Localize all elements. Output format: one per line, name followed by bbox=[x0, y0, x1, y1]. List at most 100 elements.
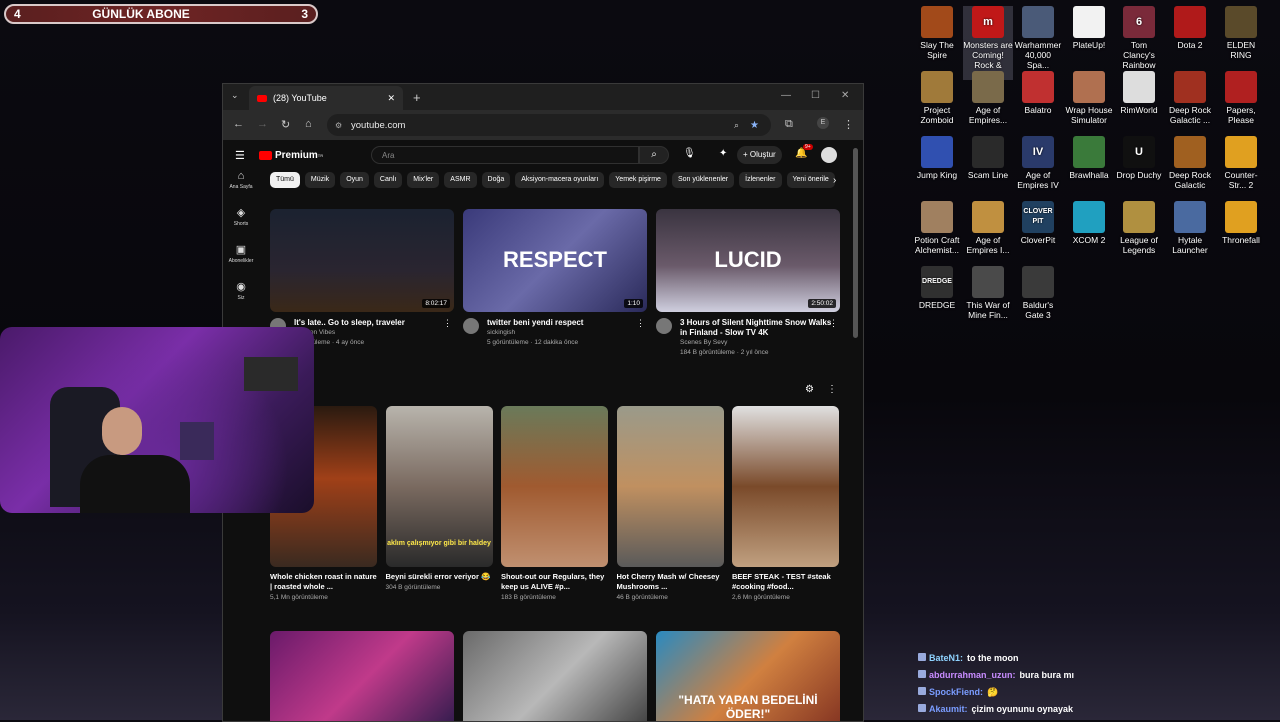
shorts-more-icon[interactable]: ⋮ bbox=[827, 384, 837, 395]
guide-item[interactable]: ▣ Abonelikler bbox=[223, 243, 259, 264]
desktop-icon[interactable]: RimWorld bbox=[1114, 71, 1164, 115]
address-bar[interactable]: ⚙ youtube.com ⌕ ★ bbox=[327, 114, 771, 136]
channel-name[interactable]: Scenes By Sevy bbox=[680, 338, 840, 348]
filter-chip[interactable]: Müzik bbox=[304, 172, 336, 188]
desktop-icon[interactable]: Slay The Spire bbox=[912, 6, 962, 60]
desktop-icon[interactable]: Warhammer 40,000 Spa... bbox=[1013, 6, 1063, 70]
create-button[interactable]: + Oluştur bbox=[737, 146, 782, 164]
voice-search-icon[interactable]: 🎙 bbox=[683, 148, 696, 159]
guide-item[interactable]: ◉ Siz bbox=[223, 280, 259, 301]
new-tab-button[interactable]: + bbox=[413, 90, 421, 105]
desktop-icon[interactable]: This War of Mine Fin... bbox=[963, 266, 1013, 320]
desktop-icon[interactable]: DREDGE DREDGE bbox=[912, 266, 962, 310]
desktop-icon[interactable]: 6Tom Clancy's Rainbow Si... bbox=[1114, 6, 1164, 80]
back-icon[interactable]: ← bbox=[233, 118, 244, 130]
filter-chip[interactable]: Mix'ler bbox=[407, 172, 440, 188]
zoom-icon[interactable]: ⌕ bbox=[734, 120, 739, 131]
hamburger-menu-icon[interactable]: ☰ bbox=[235, 149, 245, 162]
video-thumbnail[interactable]: LUCID 2:50:02 bbox=[656, 209, 840, 312]
youtube-logo[interactable]: Premium TR bbox=[259, 150, 323, 161]
desktop-icon[interactable]: mMonsters are Coming! Rock & Road bbox=[963, 6, 1013, 80]
channel-name[interactable]: sickingish bbox=[487, 328, 647, 338]
filter-chip[interactable]: Yeni önerile bbox=[786, 172, 835, 188]
close-window-button[interactable]: ✕ bbox=[841, 90, 849, 101]
desktop-icon[interactable]: Hytale Launcher bbox=[1165, 201, 1215, 255]
video-more-icon[interactable]: ⋮ bbox=[636, 318, 645, 329]
tab-close-icon[interactable]: ✕ bbox=[387, 93, 395, 104]
video-thumbnail[interactable]: RESPECT 1:10 bbox=[463, 209, 647, 312]
shorts-settings-icon[interactable]: ⚙ bbox=[805, 384, 814, 395]
channel-avatar[interactable] bbox=[656, 318, 672, 334]
short-thumbnail[interactable] bbox=[501, 406, 608, 567]
desktop-icon[interactable]: Thronefall bbox=[1216, 201, 1266, 245]
desktop-icon[interactable]: Papers, Please bbox=[1216, 71, 1266, 125]
video-thumbnail[interactable]: 8:02:17 bbox=[270, 209, 454, 312]
video-card[interactable] bbox=[463, 631, 647, 721]
channel-avatar[interactable] bbox=[463, 318, 479, 334]
video-title[interactable]: It's late.. Go to sleep, traveler bbox=[294, 318, 454, 328]
filter-chip[interactable]: İzlenenler bbox=[739, 172, 782, 188]
filter-chip[interactable]: Tümü bbox=[270, 172, 300, 188]
short-title[interactable]: BEEF STEAK - TEST #steak #cooking #food.… bbox=[732, 572, 839, 592]
desktop-icon[interactable]: Wrap House Simulator bbox=[1064, 71, 1114, 125]
search-button[interactable]: ⌕ bbox=[639, 146, 669, 164]
filter-chip[interactable]: Doğa bbox=[481, 172, 511, 188]
short-card[interactable]: Hot Cherry Mash w/ Cheesey Mushrooms ...… bbox=[616, 406, 724, 601]
guide-item[interactable]: ◈ Shorts bbox=[223, 206, 259, 227]
video-title[interactable]: twitter beni yendi respect bbox=[487, 318, 647, 328]
short-title[interactable]: Hot Cherry Mash w/ Cheesey Mushrooms ... bbox=[617, 572, 724, 592]
desktop-icon[interactable]: Deep Rock Galactic bbox=[1165, 136, 1215, 190]
desktop-icon[interactable]: Counter-Str... 2 bbox=[1216, 136, 1266, 190]
desktop-icon[interactable]: Balatro bbox=[1013, 71, 1063, 115]
desktop-icon[interactable]: Project Zomboid bbox=[912, 71, 962, 125]
desktop-icon[interactable]: Brawlhalla bbox=[1064, 136, 1114, 180]
desktop-icon[interactable]: League of Legends bbox=[1114, 201, 1164, 255]
home-icon[interactable]: ⌂ bbox=[305, 118, 312, 130]
short-title[interactable]: Whole chicken roast in nature | roasted … bbox=[270, 572, 377, 592]
desktop-icon[interactable]: Dota 2 bbox=[1165, 6, 1215, 50]
desktop-icon[interactable]: Deep Rock Galactic ... bbox=[1165, 71, 1215, 125]
video-thumbnail[interactable] bbox=[270, 631, 454, 721]
video-thumbnail[interactable]: "HATA YAPAN BEDELİNİ ÖDER!" bbox=[656, 631, 840, 721]
video-more-icon[interactable]: ⋮ bbox=[829, 318, 838, 329]
tab-search-chevron-icon[interactable]: ⌄ bbox=[231, 90, 239, 101]
channel-name[interactable]: Cartoon Vibes bbox=[294, 328, 454, 338]
video-title[interactable]: 3 Hours of Silent Nighttime Snow Walks i… bbox=[680, 318, 840, 338]
filter-chip[interactable]: Oyun bbox=[340, 172, 369, 188]
video-more-icon[interactable]: ⋮ bbox=[443, 318, 452, 329]
short-thumbnail[interactable]: aklım çalışmıyor gibi bir haldey bbox=[385, 406, 493, 567]
extensions-icon[interactable]: ⧉ bbox=[785, 118, 793, 131]
short-thumbnail[interactable] bbox=[732, 406, 839, 567]
profile-avatar[interactable]: E bbox=[817, 117, 829, 129]
desktop-icon[interactable]: Jump King bbox=[912, 136, 962, 180]
short-card[interactable]: Shout-out our Regulars, they keep us ALI… bbox=[501, 406, 608, 601]
desktop-icon[interactable]: XCOM 2 bbox=[1064, 201, 1114, 245]
short-title[interactable]: Beyni sürekli error veriyor 😂 bbox=[386, 572, 493, 582]
bookmark-star-icon[interactable]: ★ bbox=[750, 120, 759, 131]
desktop-icon[interactable]: U Drop Duchy bbox=[1114, 136, 1164, 180]
short-card[interactable]: aklım çalışmıyor gibi bir haldey Beyni sü… bbox=[385, 406, 493, 591]
desktop-icon[interactable]: ELDEN RING bbox=[1216, 6, 1266, 60]
filter-chip[interactable]: Son yüklenenler bbox=[671, 172, 735, 188]
short-thumbnail[interactable] bbox=[616, 406, 724, 567]
filter-chip[interactable]: Aksiyon-macera oyunları bbox=[515, 172, 605, 188]
search-input[interactable]: Ara bbox=[371, 146, 639, 164]
page-scrollbar[interactable] bbox=[853, 148, 858, 338]
desktop-icon[interactable]: PlateUp! bbox=[1064, 6, 1114, 50]
reload-icon[interactable]: ↻ bbox=[281, 118, 290, 131]
desktop-icon[interactable]: Potion Craft Alchemist... bbox=[912, 201, 962, 255]
desktop-icon[interactable]: Age of Empires... bbox=[963, 71, 1013, 125]
video-card[interactable]: RESPECT 1:10 twitter beni yendi respect sic… bbox=[463, 209, 647, 348]
desktop-icon[interactable]: IV Age of Empires IV bbox=[1013, 136, 1063, 190]
account-avatar[interactable] bbox=[821, 147, 837, 163]
desktop-icon[interactable]: Age of Empires I... bbox=[963, 201, 1013, 255]
video-card[interactable]: LUCID 2:50:02 3 Hours of Silent Nighttime … bbox=[656, 209, 840, 358]
site-info-icon[interactable]: ⚙ bbox=[335, 121, 342, 130]
guide-item[interactable]: ⌂ Ana Sayfa bbox=[223, 170, 259, 190]
video-card[interactable]: "HATA YAPAN BEDELİNİ ÖDER!" bbox=[656, 631, 840, 721]
filter-chip[interactable]: ASMR bbox=[444, 172, 477, 188]
short-title[interactable]: Shout-out our Regulars, they keep us ALI… bbox=[501, 572, 608, 592]
browser-menu-icon[interactable]: ⋮ bbox=[843, 118, 854, 131]
minimize-button[interactable]: — bbox=[781, 90, 791, 101]
gemini-icon[interactable]: ✦ bbox=[719, 148, 727, 159]
